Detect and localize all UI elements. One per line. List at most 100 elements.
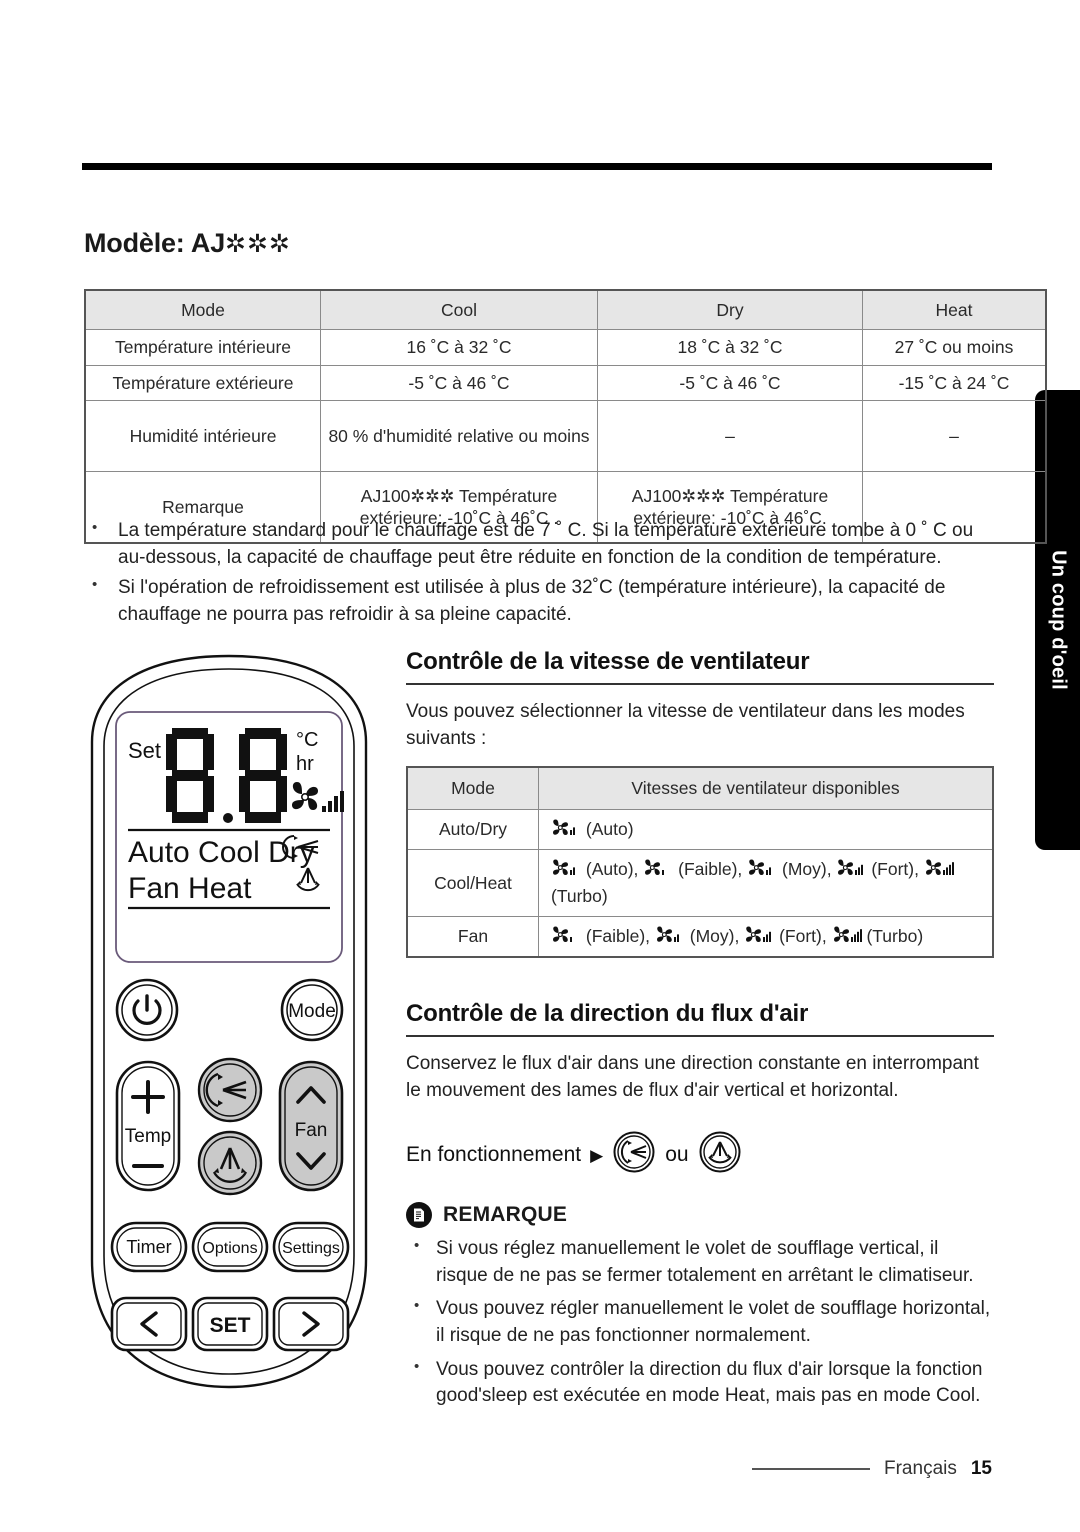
list-item: La température standard pour le chauffag… bbox=[84, 517, 994, 571]
remote-power-button bbox=[115, 978, 179, 1042]
table-row: Cool/Heat (Auto), (Faible), (Moy), (Fort… bbox=[406, 848, 994, 917]
fan-speed-icon-level-4 bbox=[925, 859, 954, 875]
spec-notes-list: La température standard pour le chauffag… bbox=[84, 517, 994, 632]
cell-fan-speeds: (Auto) bbox=[538, 808, 994, 850]
cell-label: Humidité intérieure bbox=[84, 400, 321, 473]
cell-value: 16 ˚C à 32 ˚C bbox=[320, 329, 598, 366]
section-title-fan-speed: Contrôle de la vitesse de ventilateur bbox=[406, 648, 810, 675]
page-title: Modèle: AJ✲✲✲ bbox=[84, 228, 291, 259]
fan-speed-icon-level-4 bbox=[833, 926, 862, 942]
remote-set-button: SET bbox=[191, 1296, 269, 1352]
list-item: Vous pouvez contrôler la direction du fl… bbox=[406, 1356, 994, 1410]
model-asterisks: ✲✲✲ bbox=[225, 230, 291, 258]
fan-speed-icon-level-1 bbox=[645, 859, 665, 875]
model-heading-text: Modèle: AJ bbox=[84, 228, 226, 258]
cell-label: Température extérieure bbox=[84, 364, 321, 402]
operation-label: En fonctionnement bbox=[406, 1143, 582, 1167]
svg-text:SET: SET bbox=[210, 1314, 251, 1337]
svg-text:Mode: Mode bbox=[288, 1001, 336, 1022]
table-row: Température intérieure 16 ˚C à 32 ˚C 18 … bbox=[84, 329, 1047, 366]
fan-speed-label: (Auto) bbox=[581, 818, 634, 839]
triangle-right-icon: ▶ bbox=[590, 1145, 604, 1165]
list-item: Si l'opération de refroidissement est ut… bbox=[84, 574, 994, 628]
svg-text:Options: Options bbox=[202, 1240, 257, 1257]
remarque-heading: REMARQUE bbox=[406, 1202, 994, 1229]
fan-speed-icon-level-3 bbox=[746, 926, 772, 942]
remote-settings-button: Settings bbox=[272, 1221, 350, 1273]
manual-page: Un coup d'oeil Modèle: AJ✲✲✲ Mode Cool D… bbox=[0, 0, 1080, 1532]
top-rule bbox=[82, 163, 992, 170]
svg-text:Temp: Temp bbox=[125, 1126, 171, 1147]
airflow-section: Contrôle de la direction du flux d'air C… bbox=[406, 1000, 994, 1417]
cell-fan-speeds: (Auto), (Faible), (Moy), (Fort), (Turbo) bbox=[538, 848, 994, 917]
fan-speed-label: (Turbo) bbox=[861, 925, 924, 946]
page-footer: Français 15 bbox=[752, 1458, 992, 1480]
col-header-speeds: Vitesses de ventilateur disponibles bbox=[538, 766, 994, 810]
or-label: ou bbox=[665, 1143, 689, 1167]
list-item: Si vous réglez manuellement le volet de … bbox=[406, 1235, 994, 1289]
fan-speed-label: (Moy), bbox=[777, 858, 837, 879]
remote-options-button: Options bbox=[191, 1221, 269, 1273]
remote-next-button bbox=[272, 1296, 350, 1352]
note-document-icon bbox=[406, 1202, 432, 1229]
remote-temp-button: Temp bbox=[115, 1060, 181, 1192]
section-rule bbox=[406, 1035, 994, 1037]
fan-speed-table: Mode Vitesses de ventilateur disponibles… bbox=[406, 766, 994, 959]
fan-speed-label: (Turbo) bbox=[551, 885, 608, 906]
side-tab-label: Un coup d'oeil bbox=[1047, 550, 1069, 690]
remote-swing-vertical-button bbox=[197, 1057, 263, 1123]
spec-table: Mode Cool Dry Heat Température intérieur… bbox=[84, 289, 1047, 545]
col-header-dry: Dry bbox=[597, 289, 863, 331]
cell-label: Température intérieure bbox=[84, 329, 321, 366]
table-header-row: Mode Cool Dry Heat bbox=[84, 289, 1047, 331]
col-header-cool: Cool bbox=[320, 289, 598, 331]
svg-text:Settings: Settings bbox=[282, 1240, 340, 1257]
swing-horizontal-icon bbox=[698, 1130, 742, 1180]
remarque-list: Si vous réglez manuellement le volet de … bbox=[406, 1235, 994, 1410]
fan-section-intro: Vous pouvez sélectionner la vitesse de v… bbox=[406, 701, 965, 749]
table-row: Humidité intérieure 80 % d'humidité rela… bbox=[84, 400, 1047, 473]
cell-value: 18 ˚C à 32 ˚C bbox=[597, 329, 863, 366]
lcd-unit-hour: hr bbox=[296, 753, 314, 775]
footer-rule bbox=[752, 1468, 870, 1470]
footer-language: Français bbox=[884, 1458, 957, 1479]
table-row: Température extérieure -5 ˚C à 46 ˚C -5 … bbox=[84, 364, 1047, 402]
remote-mode-button: Mode bbox=[280, 978, 344, 1042]
remote-timer-button: Timer bbox=[110, 1221, 188, 1273]
cell-mode: Fan bbox=[406, 915, 539, 959]
remote-fan-button: Fan bbox=[278, 1060, 344, 1192]
table-row: Fan (Faible), (Moy), (Fort), (Turbo) bbox=[406, 915, 994, 959]
cell-value: – bbox=[597, 400, 863, 473]
cell-mode: Cool/Heat bbox=[406, 848, 539, 917]
fan-speed-label: (Fort), bbox=[774, 925, 832, 946]
col-header-mode: Mode bbox=[84, 289, 321, 331]
lcd-set-label: Set bbox=[128, 738, 161, 763]
table-header-row: Mode Vitesses de ventilateur disponibles bbox=[406, 766, 994, 810]
cell-value: – bbox=[862, 400, 1047, 473]
lcd-mode-row-1: Auto Cool Dry bbox=[128, 836, 315, 869]
fan-speed-label: (Faible), bbox=[581, 925, 655, 946]
footer-page-number: 15 bbox=[970, 1458, 992, 1479]
fan-speed-icon-level-2 bbox=[656, 926, 679, 942]
fan-speed-icon-level-1 bbox=[553, 926, 572, 942]
operation-line: En fonctionnement ▶ ou bbox=[406, 1130, 994, 1180]
fan-speed-section: Contrôle de la vitesse de ventilateur Vo… bbox=[406, 648, 994, 959]
cell-value: -5 ˚C à 46 ˚C bbox=[320, 364, 598, 402]
lcd-mode-row-2: Fan Heat bbox=[128, 872, 252, 905]
fan-speed-label: (Fort), bbox=[866, 858, 924, 879]
cell-fan-speeds: (Faible), (Moy), (Fort), (Turbo) bbox=[538, 915, 994, 959]
cell-value: 80 % d'humidité relative ou moins bbox=[320, 400, 598, 473]
fan-speed-icon-level-2 bbox=[553, 819, 575, 835]
list-item: Vous pouvez régler manuellement le volet… bbox=[406, 1295, 994, 1349]
airflow-section-intro: Conservez le flux d'air dans une directi… bbox=[406, 1053, 979, 1101]
col-header-heat: Heat bbox=[862, 289, 1047, 331]
remote-prev-button bbox=[110, 1296, 188, 1352]
swing-vertical-icon bbox=[612, 1130, 656, 1180]
cell-value: -15 ˚C à 24 ˚C bbox=[862, 364, 1047, 402]
svg-text:Timer: Timer bbox=[126, 1237, 171, 1257]
lcd-unit-celsius: °C bbox=[296, 729, 318, 751]
fan-speed-label: (Faible), bbox=[673, 858, 748, 879]
col-header-mode: Mode bbox=[406, 766, 539, 810]
fan-speed-icon-level-2 bbox=[553, 859, 575, 875]
section-title-airflow: Contrôle de la direction du flux d'air bbox=[406, 1000, 809, 1027]
